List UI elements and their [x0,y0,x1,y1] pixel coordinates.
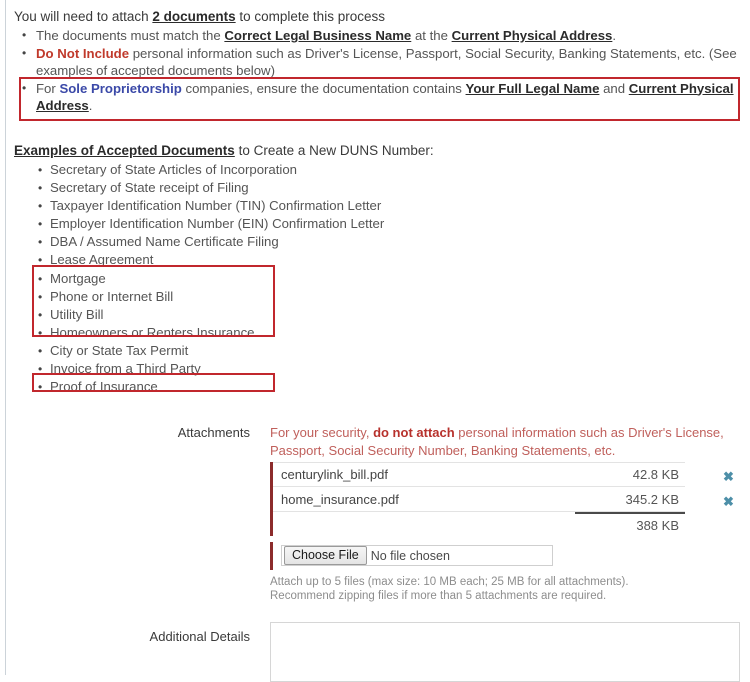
warning-emphasis: do not attach [373,425,455,440]
intro-lead-prefix: You will need to attach [14,9,153,24]
intro-bullet-run: Correct Legal Business Name [224,28,412,43]
intro-bullet-run: Do Not Include [36,45,130,61]
attachment-file-name: centurylink_bill.pdf [281,467,388,482]
intro-bullet-run: personal information such as Driver's Li… [36,45,737,79]
intro-bullet-list: The documents must match the Correct Leg… [14,27,740,115]
help-line-1: Attach up to 5 files (max size: 10 MB ea… [270,576,629,588]
accepted-document-item: Homeowners or Renters Insurance [14,324,514,342]
examples-heading-link: Examples of Accepted Documents [14,143,235,158]
intro-bullet-run: The documents must match the [36,28,225,43]
attachments-table: centurylink_bill.pdf 42.8 KB home_insuranc… [270,462,685,536]
intro-bullet-run: and [599,80,629,96]
accepted-document-item: Secretary of State receipt of Filing [14,179,514,197]
attachment-row: centurylink_bill.pdf 42.8 KB [273,462,685,487]
attachments-label: Attachments [177,425,250,440]
accepted-document-item: Secretary of State Articles of Incorpora… [14,161,514,179]
accepted-document-item: Invoice from a Third Party [14,360,514,378]
accepted-document-item: Taxpayer Identification Number (TIN) Con… [14,197,514,215]
accepted-document-item: Mortgage [14,270,514,288]
examples-heading-rest: to Create a New DUNS Number: [234,143,434,158]
intro-bullet-run: . [612,28,617,43]
intro-lead: You will need to attach 2 documents to c… [14,8,740,25]
choose-file-button[interactable]: Choose File [284,546,367,565]
file-input[interactable]: Choose File No file chosen [281,545,553,566]
intro-bullet-run: Your Full Legal Name [465,80,600,96]
accepted-document-item: Lease Agreement [14,251,514,269]
intro-lead-suffix: to complete this process [235,9,385,24]
accepted-document-item: Phone or Internet Bill [14,288,514,306]
intro-bullet-run: Sole Proprietorship [59,80,182,96]
intro-bullet-item: The documents must match the Correct Leg… [14,27,740,45]
attachment-file-size: 42.8 KB [632,467,679,482]
attachments-total-size: 388 KB [575,512,685,536]
intro-lead-link: 2 documents [152,9,236,24]
accepted-document-item: Proof of Insurance [14,378,514,396]
intro-bullet-run: For [36,80,60,96]
remove-attachment-icon[interactable]: ✖ [723,495,734,508]
help-line-2: Recommend zipping files if more than 5 a… [270,590,607,602]
warning-prefix: For your security, [270,425,374,440]
accepted-document-item: Employer Identification Number (EIN) Con… [14,215,514,233]
accepted-document-item: City or State Tax Permit [14,342,514,360]
intro-section: You will need to attach 2 documents to c… [14,8,740,115]
examples-heading: Examples of Accepted Documents to Create… [14,142,514,159]
intro-bullet-run: . [88,98,93,113]
file-input-container: Choose File No file chosen [270,542,685,570]
attachment-file-size: 345.2 KB [625,491,680,507]
additional-details-label: Additional Details [149,629,250,644]
attachments-total-row: 388 KB [273,512,685,536]
additional-details-textarea[interactable] [270,622,740,682]
attachments-help-text: Attach up to 5 files (max size: 10 MB ea… [270,575,700,603]
accepted-document-item: Utility Bill [14,306,514,324]
file-input-status: No file chosen [370,548,450,563]
intro-bullet-run: Current Physical Address [451,28,613,43]
intro-bullet-item: Do Not Include personal information such… [14,45,740,80]
remove-attachment-icon[interactable]: ✖ [723,470,734,483]
accepted-document-item: DBA / Assumed Name Certificate Filing [14,233,514,251]
examples-list: Secretary of State Articles of Incorpora… [14,161,514,396]
examples-section: Examples of Accepted Documents to Create… [14,142,514,396]
attachments-security-warning: For your security, do not attach persona… [270,424,740,459]
intro-bullet-run: companies, ensure the documentation cont… [181,80,466,96]
page-left-rule [5,0,6,675]
attachment-file-name: home_insurance.pdf [281,491,399,507]
intro-bullet-item: For Sole Proprietorship companies, ensur… [14,80,740,115]
attachment-row: home_insurance.pdf 345.2 KB [273,487,685,512]
intro-bullet-run: at the [411,28,452,43]
